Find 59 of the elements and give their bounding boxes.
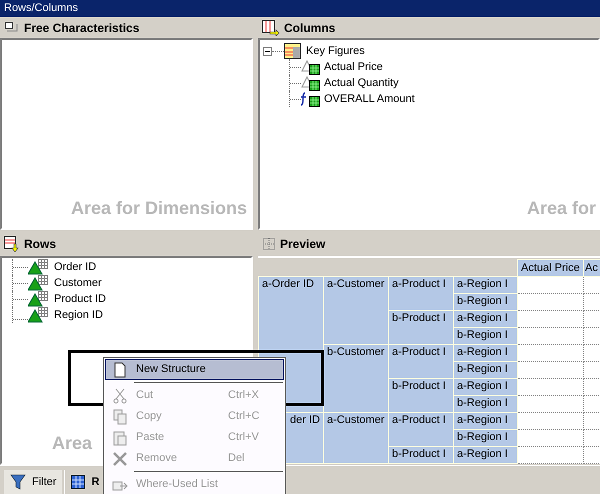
panel-icon bbox=[4, 20, 20, 34]
tree-item[interactable]: Order ID bbox=[54, 258, 96, 276]
window-title: Rows/Columns bbox=[0, 0, 600, 17]
formula-icon bbox=[301, 91, 321, 107]
characteristic-icon bbox=[28, 291, 50, 307]
row-header-cell: a-Region I bbox=[454, 276, 518, 294]
key-figure-icon bbox=[301, 75, 321, 91]
panel-title: Free Characteristics bbox=[24, 20, 140, 36]
row-header-cell: a-Region I bbox=[454, 446, 518, 464]
tree-item[interactable]: Key Figures bbox=[306, 42, 365, 60]
area-hint: Area for Dimensions bbox=[70, 197, 247, 220]
row-header-cell: b-Region I bbox=[454, 328, 518, 344]
preview-icon bbox=[262, 237, 276, 251]
row-header-cell: b-Customer bbox=[324, 344, 388, 412]
tree-item[interactable]: Region ID bbox=[54, 306, 103, 324]
row-header-cell: b-Product I bbox=[388, 310, 454, 344]
scissors-icon bbox=[112, 388, 128, 404]
row-header-cell: a-Region I bbox=[454, 310, 518, 328]
row-header-cell: a-Product I bbox=[388, 412, 454, 446]
row-header-cell: a-Product I bbox=[388, 276, 454, 310]
table-icon bbox=[71, 475, 86, 489]
page-icon bbox=[112, 362, 128, 378]
filter-icon bbox=[10, 474, 26, 490]
tree-item[interactable]: Actual Quantity bbox=[324, 74, 399, 92]
tree-item[interactable]: Product ID bbox=[54, 290, 106, 308]
row-header-cell: b-Region I bbox=[454, 362, 518, 378]
collapse-toggle[interactable] bbox=[263, 46, 272, 56]
menu-item[interactable]: New Structure bbox=[105, 359, 284, 380]
rows-icon bbox=[4, 236, 20, 252]
column-header: Actual Price bbox=[518, 260, 584, 276]
row-header-cell: a-Product I bbox=[388, 344, 454, 378]
columns-icon bbox=[262, 20, 280, 36]
tab[interactable]: Filter bbox=[4, 470, 62, 494]
characteristic-icon bbox=[28, 275, 50, 291]
tree-item[interactable]: OVERALL Amount bbox=[324, 90, 415, 108]
tree-item[interactable]: Actual Price bbox=[324, 58, 383, 76]
panel-title: Preview bbox=[280, 236, 326, 253]
structure-icon bbox=[284, 43, 302, 59]
panel-title: Rows bbox=[24, 236, 56, 253]
row-header-cell: b-Product I bbox=[388, 378, 454, 412]
characteristic-icon bbox=[28, 259, 50, 275]
row-header-cell: b-Region I bbox=[454, 294, 518, 310]
row-header-cell: a-Region I bbox=[454, 344, 518, 362]
copy-icon bbox=[112, 408, 128, 424]
row-header-cell: a-Customer bbox=[324, 412, 388, 464]
tree-item[interactable]: Customer bbox=[54, 274, 102, 292]
row-header-cell: b-Region I bbox=[454, 396, 518, 412]
row-header-cell: a-Region I bbox=[454, 412, 518, 430]
row-header-cell: b-Product I bbox=[388, 446, 454, 464]
area-hint: Area bbox=[52, 432, 92, 455]
column-header: Ac bbox=[584, 260, 600, 276]
row-header-cell: b-Region I bbox=[454, 430, 518, 446]
paste-icon bbox=[112, 430, 128, 446]
cross-icon bbox=[112, 450, 128, 466]
key-figure-icon bbox=[301, 59, 321, 75]
row-header-cell: a-Region I bbox=[454, 378, 518, 396]
row-header-cell: a-Customer bbox=[324, 276, 388, 344]
area-hint: Area for bbox=[526, 197, 596, 220]
panel-title: Columns bbox=[284, 20, 336, 36]
